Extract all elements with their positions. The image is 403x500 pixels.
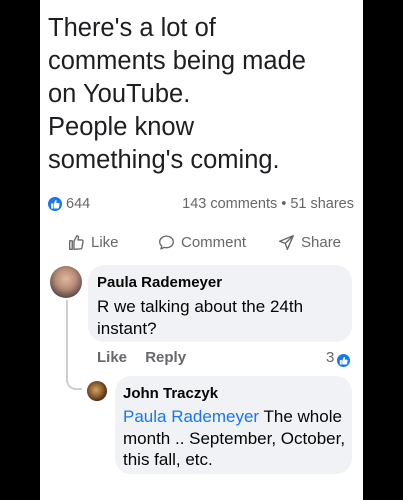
comment-reactions[interactable]: 3 [326,349,351,367]
comment-share-counts[interactable]: 143 comments • 51 shares [182,196,354,212]
reactions-summary[interactable]: 644 143 comments • 51 shares [48,194,354,216]
like-count: 644 [66,196,91,212]
thumbs-up-icon [69,234,84,250]
like-button-label: Like [91,233,119,251]
comment-icon [159,234,174,250]
post-card: There's a lot of comments being made on … [40,0,363,500]
avatar[interactable] [50,266,82,298]
comment-actions: Like Reply [97,349,200,366]
post-actions-bar: Like Comment Share [40,226,363,258]
comment-author[interactable]: Paula Rademeyer [97,274,222,291]
comment-button-label: Comment [181,233,247,251]
shares-count[interactable]: 51 shares [290,196,354,212]
comments-count[interactable]: 143 comments [182,196,277,212]
share-button-label: Share [301,233,342,251]
comment-button[interactable]: Comment [158,232,246,252]
like-reaction-icon [48,197,62,211]
reply-text: Paula Rademeyer The whole month .. Septe… [123,406,349,471]
comment-reaction-count: 3 [326,349,335,366]
reply-bubble: John Traczyk Paula Rademeyer The whole m… [115,376,352,474]
like-button[interactable]: Like [68,232,119,252]
like-reaction-icon [337,354,351,367]
comment-reply-link[interactable]: Reply [145,349,186,366]
separator-dot: • [281,196,287,212]
reply-thread-line [66,300,82,390]
comment-text: R we talking about the 24th instant? [97,297,304,338]
reply-author[interactable]: John Traczyk [123,385,218,402]
post-text: There's a lot of comments being made on … [48,14,306,174]
share-icon [279,234,294,250]
comment-like-link[interactable]: Like [97,349,127,366]
avatar[interactable] [87,381,107,401]
mention-link[interactable]: Paula Rademeyer [123,407,259,426]
share-button[interactable]: Share [278,232,341,252]
comment-bubble: Paula Rademeyer R we talking about the 2… [88,265,352,342]
